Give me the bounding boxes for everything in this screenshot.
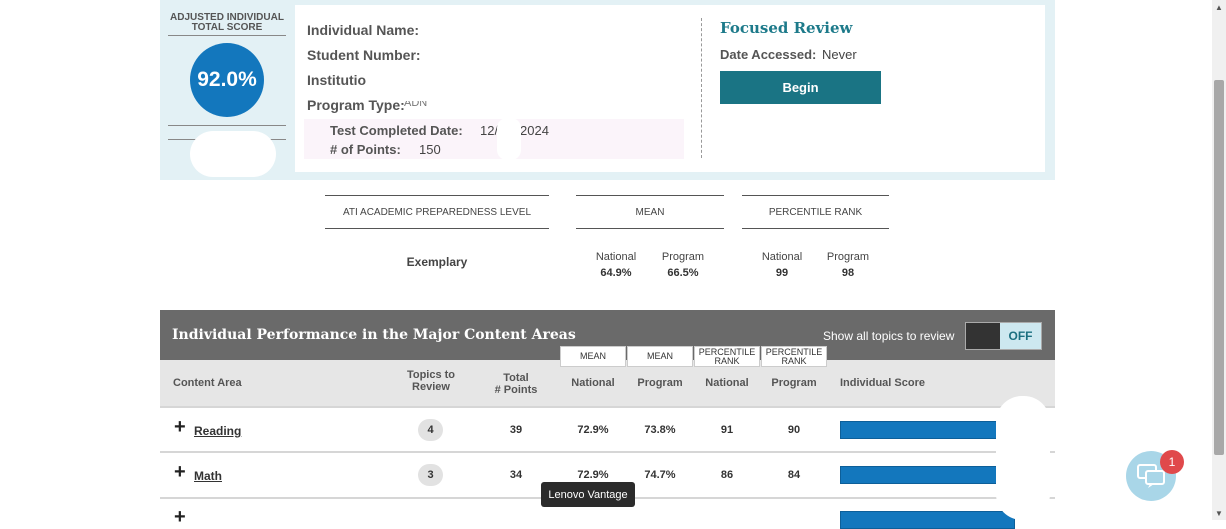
col-mean-national: National [571, 377, 615, 389]
subhead-rank-program: PERCENTILE RANK [761, 346, 827, 367]
mean-national-math: 72.9% [577, 469, 609, 481]
rank-national-value: 99 [775, 267, 789, 279]
begin-button[interactable]: Begin [720, 71, 881, 104]
subhead-rank-national: PERCENTILE RANK [694, 346, 760, 367]
taskbar-tooltip: Lenovo Vantage [541, 482, 635, 507]
test-completed-label: Test Completed Date: [330, 123, 463, 138]
rank-national-math: 86 [720, 469, 734, 481]
topics-badge-reading: 4 [418, 419, 443, 441]
mean-header: MEAN [576, 195, 724, 229]
points-label: # of Points: [330, 142, 401, 157]
score-bar-reading [840, 421, 1007, 439]
expand-next-icon[interactable]: + [174, 506, 186, 529]
score-divider [168, 125, 286, 126]
content-area-math[interactable]: Math [194, 469, 222, 483]
toggle-state: OFF [1000, 323, 1041, 349]
program-type-label: Program Type: [307, 97, 405, 113]
score-bar-math [840, 466, 1007, 484]
scroll-up-icon[interactable]: ▲ [1212, 0, 1226, 14]
rank-national-label: National [761, 251, 803, 263]
mean-national-label: National [595, 251, 637, 263]
subhead-mean-national: MEAN [560, 346, 626, 367]
expand-math-icon[interactable]: + [174, 461, 186, 484]
mean-program-reading: 73.8% [644, 424, 676, 436]
chat-notification-badge: 1 [1160, 450, 1184, 474]
student-number-label: Student Number: [307, 47, 421, 63]
redaction-blob [190, 131, 276, 177]
date-accessed-label: Date Accessed: [720, 47, 817, 62]
score-title-rule [168, 35, 286, 36]
info-divider [701, 18, 702, 158]
rank-program-label: Program [826, 251, 870, 263]
topics-badge-math: 3 [418, 464, 443, 486]
show-all-label: Show all topics to review [823, 329, 955, 343]
subhead-mean-program: MEAN [627, 346, 693, 367]
col-mean-program: Program [637, 377, 683, 389]
test-completed-value-b: 2024 [520, 123, 549, 138]
scroll-down-icon[interactable]: ▼ [1212, 506, 1226, 520]
rank-national-reading: 91 [720, 424, 734, 436]
preparedness-level: Exemplary [406, 255, 468, 269]
toggle-knob [966, 323, 1000, 349]
score-title: ADJUSTED INDIVIDUAL TOTAL SCORE [170, 12, 284, 33]
redaction-score-values [996, 396, 1050, 520]
points-math: 34 [509, 469, 523, 481]
preparedness-header: ATI ACADEMIC PREPAREDNESS LEVEL [325, 195, 549, 229]
date-accessed-value: Never [822, 47, 857, 62]
content-area-reading[interactable]: Reading [194, 424, 241, 438]
rank-program-math: 84 [787, 469, 801, 481]
table-title: Individual Performance in the Major Cont… [172, 327, 576, 343]
mean-program-value: 66.5% [667, 267, 699, 279]
mean-program-label: Program [661, 251, 705, 263]
show-all-toggle[interactable]: OFF [965, 322, 1042, 350]
mean-national-value: 64.9% [600, 267, 632, 279]
row-separator [160, 451, 1055, 453]
percentile-header: PERCENTILE RANK [742, 195, 889, 229]
redaction-date [497, 118, 521, 160]
rank-program-reading: 90 [787, 424, 801, 436]
institution-label: Institutio [307, 72, 367, 88]
individual-name-label: Individual Name: [307, 22, 420, 38]
col-total-points: Total # Points [494, 372, 538, 396]
test-completed-value-a: 12/ [480, 123, 499, 138]
col-individual-score: Individual Score [840, 377, 925, 389]
scrollbar-thumb[interactable] [1214, 80, 1224, 455]
points-value: 150 [419, 142, 441, 157]
focused-review-title: Focused Review [720, 19, 853, 37]
redaction-program [398, 92, 432, 101]
score-circle: 92.0% [190, 43, 264, 117]
expand-reading-icon[interactable]: + [174, 416, 186, 439]
row-separator [160, 406, 1055, 408]
mean-program-math: 74.7% [644, 469, 676, 481]
col-topics: Topics to Review [406, 369, 456, 393]
col-rank-national: National [705, 377, 749, 389]
mean-national-reading: 72.9% [577, 424, 609, 436]
points-reading: 39 [509, 424, 523, 436]
score-bar-partial [840, 511, 1015, 529]
rank-program-value: 98 [841, 267, 855, 279]
col-rank-program: Program [771, 377, 817, 389]
col-content-area: Content Area [173, 377, 242, 389]
